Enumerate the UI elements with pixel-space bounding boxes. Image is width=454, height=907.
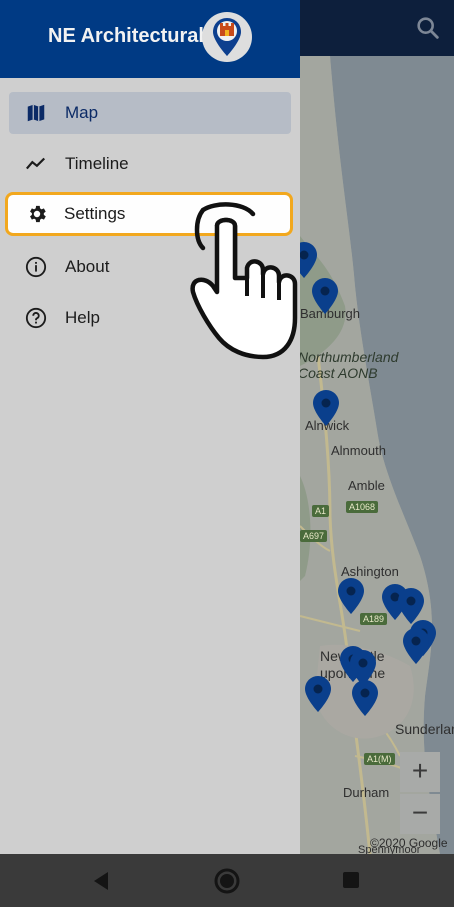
location-pin[interactable] [312,278,338,314]
location-pin[interactable] [305,676,331,712]
map-label-durham: Durham [343,785,390,800]
road-badge: A1(M) [364,753,395,765]
map-icon [27,104,45,122]
app-logo [202,12,252,62]
location-pin[interactable] [338,578,364,614]
road-badge: A1 [312,505,330,517]
drawer-header: NE Architectural [0,0,300,78]
drawer-item-label: Help [65,308,100,327]
location-pin[interactable] [352,680,378,716]
tap-hand-icon [190,202,298,360]
location-pin[interactable] [398,588,424,624]
timeline-icon [25,157,46,170]
castle-pin-logo-icon [203,13,251,61]
back-button[interactable] [90,870,110,892]
drawer-item-label: About [65,257,110,276]
app-title: NE Architectural [48,25,204,47]
system-nav-bar [0,854,454,907]
drawer-item-label: Settings [64,204,126,223]
drawer-item-label: Map [65,103,99,122]
help-icon [25,307,47,329]
drawer-item-label: Timeline [65,154,129,173]
search-icon [417,17,439,39]
location-pin[interactable] [313,390,339,426]
recents-icon [343,872,359,888]
drawer-item-timeline[interactable]: Timeline [9,143,291,185]
home-button[interactable] [213,867,241,895]
map-label-amble: Amble [348,478,385,493]
recents-button[interactable] [342,871,360,889]
gear-icon [30,205,46,223]
drawer-item-map[interactable]: Map [9,92,291,134]
map-label-ashington: Ashington [341,564,399,579]
road-badge: A1068 [346,501,379,513]
map-label-sunderland: Sunderland [395,721,454,737]
info-icon [25,256,47,278]
zoom-out-button[interactable]: − [400,794,440,834]
road-badge: A697 [300,530,328,542]
map-label-aonb: Northumberland Coast AONB [298,349,399,381]
search-button[interactable] [414,14,442,42]
navigation-drawer: NE Architectural Map Timeline Settings A… [0,0,300,854]
map-copyright: ©2020 Google [370,836,448,850]
back-icon [94,872,108,890]
location-pin[interactable] [403,628,429,664]
map-label-alnmouth: Alnmouth [331,443,386,458]
zoom-in-button[interactable]: + [400,752,440,792]
